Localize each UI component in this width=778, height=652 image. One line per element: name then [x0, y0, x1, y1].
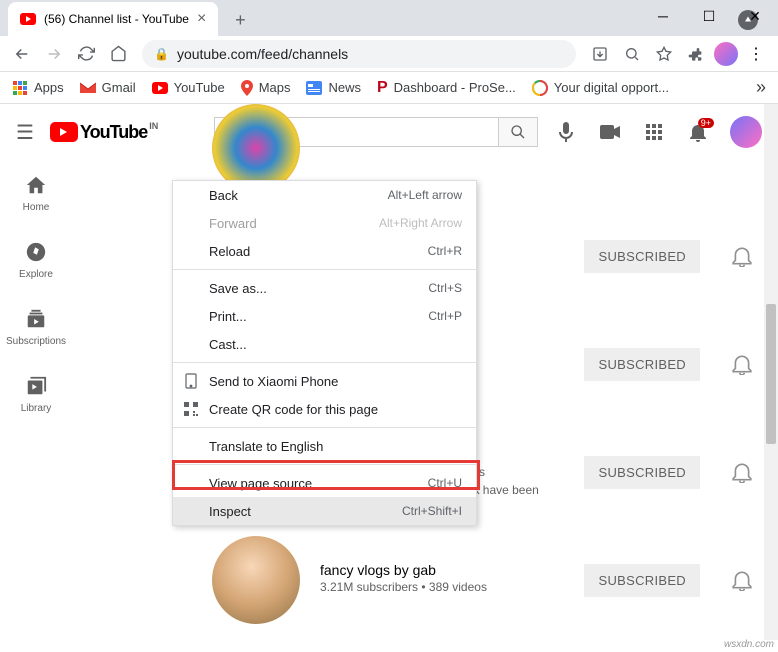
window-controls: ─ ☐ ✕: [640, 0, 778, 32]
bell-icon[interactable]: [732, 569, 752, 591]
reload-button[interactable]: [72, 40, 100, 68]
ctx-separator: [173, 464, 476, 465]
bell-icon[interactable]: [732, 461, 752, 483]
subscribed-button[interactable]: SUBSCRIBED: [584, 240, 700, 273]
scrollbar-thumb[interactable]: [766, 304, 776, 444]
channel-name: fancy vlogs by gab: [320, 562, 564, 578]
chrome-menu-icon[interactable]: ⋮: [742, 40, 770, 68]
extensions-icon[interactable]: [682, 40, 710, 68]
ctx-save-as[interactable]: Save as...Ctrl+S: [173, 274, 476, 302]
close-tab-icon[interactable]: ×: [197, 10, 206, 28]
install-app-icon[interactable]: [586, 40, 614, 68]
youtube-mini-sidebar: Home Explore Subscriptions Library: [0, 160, 72, 428]
sidebar-item-explore[interactable]: Explore: [0, 227, 72, 294]
ctx-separator: [173, 427, 476, 428]
ctx-cast[interactable]: Cast...: [173, 330, 476, 358]
ctx-print[interactable]: Print...Ctrl+P: [173, 302, 476, 330]
ctx-inspect[interactable]: InspectCtrl+Shift+I: [173, 497, 476, 525]
channel-row[interactable]: fancy vlogs by gab 3.21M subscribers • 3…: [72, 526, 764, 634]
minimize-button[interactable]: ─: [640, 0, 686, 32]
channel-avatar[interactable]: [212, 536, 300, 624]
ctx-view-source[interactable]: View page sourceCtrl+U: [173, 469, 476, 497]
address-bar[interactable]: 🔒 youtube.com/feed/channels: [142, 40, 576, 68]
address-bar-row: 🔒 youtube.com/feed/channels ⋮: [0, 36, 778, 72]
youtube-favicon-icon: [20, 13, 36, 25]
tab-title: (56) Channel list - YouTube: [44, 12, 189, 26]
subscribed-button[interactable]: SUBSCRIBED: [584, 564, 700, 597]
phone-icon: [183, 373, 199, 389]
context-menu: BackAlt+Left arrow ForwardAlt+Right Arro…: [172, 180, 477, 526]
bell-icon[interactable]: [732, 245, 752, 267]
maximize-button[interactable]: ☐: [686, 0, 732, 32]
forward-button[interactable]: [40, 40, 68, 68]
channel-meta: 3.21M subscribers • 389 videos: [320, 580, 564, 594]
ctx-back[interactable]: BackAlt+Left arrow: [173, 181, 476, 209]
sidebar-item-library[interactable]: Library: [0, 361, 72, 428]
ctx-separator: [173, 362, 476, 363]
channel-avatar[interactable]: [212, 104, 300, 192]
bookmark-apps[interactable]: Apps: [12, 80, 64, 96]
sidebar-item-home[interactable]: Home: [0, 160, 72, 227]
zoom-icon[interactable]: [618, 40, 646, 68]
hamburger-menu-icon[interactable]: ☰: [16, 120, 34, 145]
ctx-create-qr[interactable]: Create QR code for this page: [173, 395, 476, 423]
close-window-button[interactable]: ✕: [732, 0, 778, 32]
vertical-scrollbar[interactable]: [764, 104, 778, 640]
ctx-reload[interactable]: ReloadCtrl+R: [173, 237, 476, 265]
bookmark-gmail[interactable]: Gmail: [80, 80, 136, 95]
bookmark-news[interactable]: News: [306, 80, 361, 95]
back-button[interactable]: [8, 40, 36, 68]
ctx-translate[interactable]: Translate to English: [173, 432, 476, 460]
browser-tab-active[interactable]: (56) Channel list - YouTube ×: [8, 2, 218, 36]
bookmark-youtube[interactable]: YouTube: [152, 80, 225, 95]
bookmark-star-icon[interactable]: [650, 40, 678, 68]
watermark: wsxdn.com: [724, 639, 774, 650]
bell-icon[interactable]: [732, 353, 752, 375]
chrome-profile-avatar[interactable]: [714, 42, 738, 66]
ctx-forward: ForwardAlt+Right Arrow: [173, 209, 476, 237]
sidebar-item-subscriptions[interactable]: Subscriptions: [0, 294, 72, 361]
qr-icon: [183, 401, 199, 417]
new-tab-button[interactable]: +: [226, 6, 254, 34]
url-text: youtube.com/feed/channels: [177, 46, 348, 62]
home-button[interactable]: [104, 40, 132, 68]
subscribed-button[interactable]: SUBSCRIBED: [584, 348, 700, 381]
ctx-send-to-phone[interactable]: Send to Xiaomi Phone: [173, 367, 476, 395]
lock-icon: 🔒: [154, 47, 169, 61]
ctx-separator: [173, 269, 476, 270]
subscribed-button[interactable]: SUBSCRIBED: [584, 456, 700, 489]
